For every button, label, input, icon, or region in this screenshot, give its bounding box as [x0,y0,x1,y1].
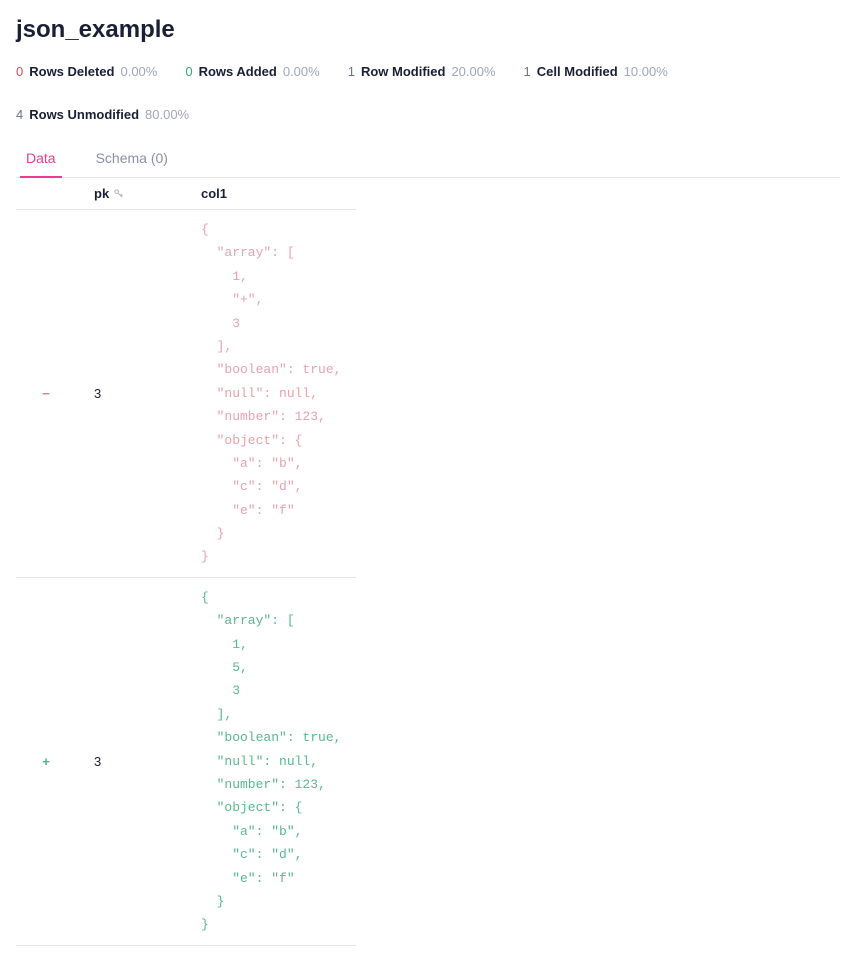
stat-label: Rows Deleted [29,64,114,79]
cell-col1: { "array": [ 1, "+", 3 ], "boolean": tru… [201,216,356,571]
stat-pct: 0.00% [283,64,320,79]
key-icon [113,188,124,199]
stat-label: Rows Added [199,64,277,79]
col-header-pk[interactable]: pk [76,186,201,201]
table-row: −3{ "array": [ 1, "+", 3 ], "boolean": t… [16,210,356,578]
col-header-diff [16,186,76,201]
stat-item: 0 Rows Deleted 0.00% [16,64,157,79]
stat-pct: 80.00% [145,107,189,122]
stat-count: 1 [348,64,355,79]
stats-bar: 0 Rows Deleted 0.00% 0 Rows Added 0.00% 1 Row M… [16,64,840,122]
stat-count: 4 [16,107,23,122]
table-header: pk col1 [16,178,356,210]
col-header-pk-label: pk [94,186,109,201]
stat-item: 1 Row Modified 20.00% [348,64,496,79]
stat-item: 1 Cell Modified 10.00% [524,64,668,79]
tabs: Data Schema (0) [16,142,840,178]
page-title: json_example [16,16,840,44]
table-row: +3{ "array": [ 1, 5, 3 ], "boolean": tru… [16,578,356,946]
diff-table: pk col1 −3{ "array": [ 1, "+", 3 ], "boo… [16,178,356,946]
tab-schema[interactable]: Schema (0) [90,142,174,178]
stat-count: 0 [185,64,192,79]
stat-count: 1 [524,64,531,79]
stat-label: Cell Modified [537,64,618,79]
stat-count: 0 [16,64,23,79]
cell-col1: { "array": [ 1, 5, 3 ], "boolean": true,… [201,584,356,939]
cell-pk: 3 [76,584,201,939]
stat-item: 0 Rows Added 0.00% [185,64,319,79]
stat-pct: 0.00% [120,64,157,79]
diff-marker: − [16,216,76,571]
col-header-col1[interactable]: col1 [201,186,356,201]
stat-label: Rows Unmodified [29,107,139,122]
cell-pk: 3 [76,216,201,571]
stat-label: Row Modified [361,64,446,79]
stat-pct: 10.00% [624,64,668,79]
stat-pct: 20.00% [451,64,495,79]
tab-data[interactable]: Data [20,142,62,178]
stat-item: 4 Rows Unmodified 80.00% [16,107,189,122]
diff-marker: + [16,584,76,939]
